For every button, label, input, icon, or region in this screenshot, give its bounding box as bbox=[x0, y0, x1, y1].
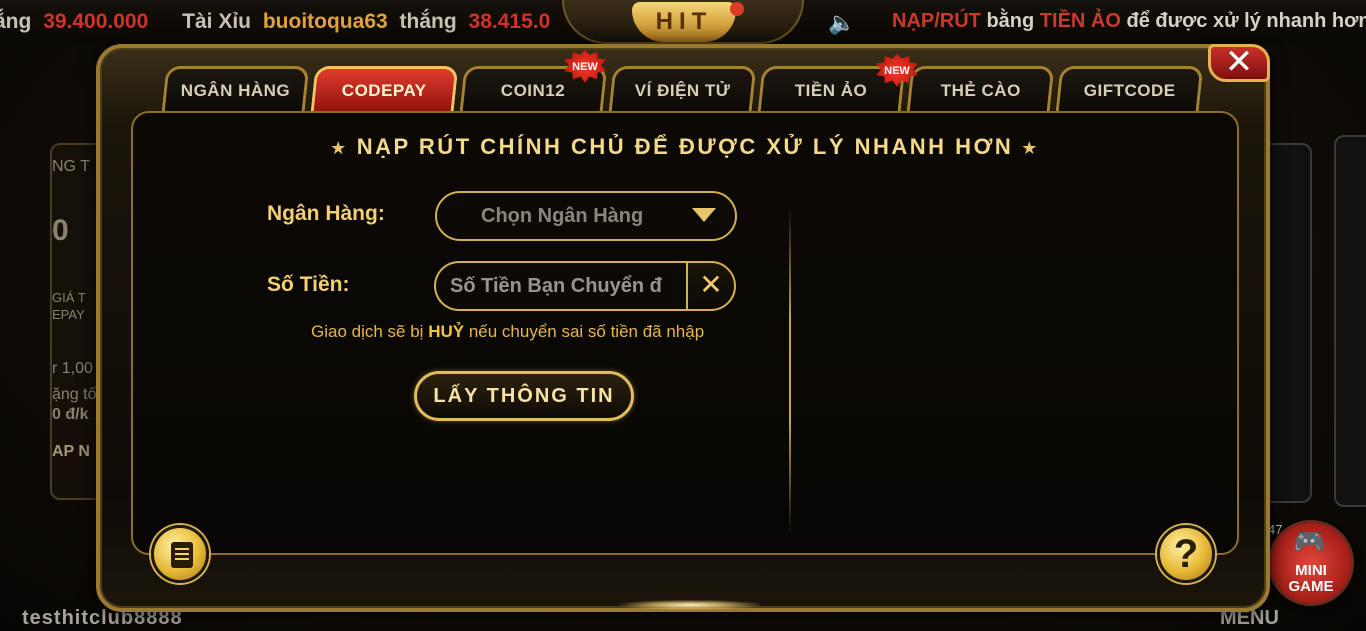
tab-label: GIFTCODE bbox=[1083, 81, 1176, 100]
warning-text: Giao dịch sẽ bị HUỶ nếu chuyển sai số ti… bbox=[311, 322, 704, 342]
star-icon: ★ bbox=[1021, 138, 1040, 158]
tab-ngan-hang[interactable]: NGÂN HÀNG bbox=[161, 66, 310, 112]
promo-part-2: bằng bbox=[986, 10, 1035, 32]
modal-glow bbox=[620, 600, 760, 610]
game-logo: HIT bbox=[562, 0, 804, 44]
tab-the-cao[interactable]: THẺ CÀO bbox=[906, 66, 1055, 112]
top-marquee-bar: ắng 39.400.000 Tài Xỉu buoitoqua63 thắng… bbox=[0, 0, 1366, 44]
bg-text-7: 0 đ/k bbox=[52, 406, 89, 423]
tab-label: NGÂN HÀNG bbox=[180, 81, 290, 100]
bg-text-8: AP N bbox=[52, 443, 90, 460]
speaker-icon[interactable]: 🔈 bbox=[828, 10, 855, 36]
logo-dot bbox=[730, 2, 744, 16]
mini-game-label-1: MINI bbox=[1295, 562, 1327, 579]
tab-label: CODEPAY bbox=[341, 81, 427, 100]
payment-tabs: NGÂN HÀNG CODEPAY COIN12 VÍ ĐIỆN TỬ TIỀN… bbox=[161, 66, 1208, 112]
tab-label: TIỀN ẢO bbox=[795, 81, 868, 100]
help-button[interactable]: ? bbox=[1157, 525, 1215, 583]
clear-amount-button[interactable]: ✕ bbox=[686, 261, 736, 311]
background-right-card-2 bbox=[1334, 135, 1366, 507]
tab-label: COIN12 bbox=[501, 81, 566, 100]
amount-label: Số Tiền: bbox=[267, 273, 350, 296]
tab-label: THẺ CÀO bbox=[940, 81, 1021, 100]
mini-game-label-2: GAME bbox=[1288, 578, 1334, 595]
tab-label: VÍ ĐIỆN TỬ bbox=[634, 81, 731, 100]
promo-message: NẠP/RÚT bằng TIỀN ẢO để được xử lý nhanh… bbox=[892, 10, 1366, 33]
warning-after: nếu chuyển sai số tiền đã nhập bbox=[468, 322, 705, 341]
bg-text-2: 0 bbox=[52, 214, 69, 247]
bg-text-3: GIÁ T bbox=[52, 290, 86, 305]
winner-ticker: ắng 39.400.000 Tài Xỉu buoitoqua63 thắng… bbox=[0, 10, 556, 34]
ticker-prefix: ắng bbox=[0, 10, 32, 33]
promo-part-1: NẠP/RÚT bbox=[892, 10, 981, 32]
bank-label: Ngân Hàng: bbox=[267, 202, 385, 225]
mini-game-badge: 47 bbox=[1268, 522, 1283, 537]
tab-codepay[interactable]: CODEPAY bbox=[310, 66, 459, 112]
close-button[interactable]: ✕ bbox=[1208, 44, 1270, 82]
amount-input[interactable] bbox=[434, 261, 688, 311]
tab-giftcode[interactable]: GIFTCODE bbox=[1055, 66, 1204, 112]
warning-before: Giao dịch sẽ bị bbox=[311, 322, 424, 341]
ticker-win-word: thắng bbox=[399, 10, 457, 33]
panel-title-row: ★ NẠP RÚT CHÍNH CHỦ ĐỂ ĐƯỢC XỬ LÝ NHANH H… bbox=[131, 134, 1239, 160]
ticker-game: Tài Xỉu bbox=[182, 10, 251, 33]
ticker-amount-2: 38.415.0 bbox=[468, 10, 551, 33]
ticker-user: buoitoqua63 bbox=[262, 10, 388, 33]
get-info-button[interactable]: LẤY THÔNG TIN bbox=[414, 371, 634, 421]
bg-text-1: NG T bbox=[52, 158, 90, 175]
panel-divider bbox=[789, 205, 791, 535]
history-button[interactable] bbox=[151, 525, 209, 583]
chevron-down-icon[interactable] bbox=[692, 208, 716, 222]
promo-part-4: để được xử lý nhanh hơn bbox=[1126, 10, 1366, 32]
bg-text-6: ặng tố bbox=[52, 386, 97, 403]
ticker-amount-1: 39.400.000 bbox=[43, 10, 149, 33]
promo-part-3: TIỀN ẢO bbox=[1039, 10, 1121, 32]
bg-text-5: r 1,00 bbox=[52, 360, 93, 377]
bg-text-4: EPAY bbox=[52, 307, 85, 322]
star-icon: ★ bbox=[330, 138, 349, 158]
gamepad-icon: 🎮 bbox=[1293, 526, 1326, 556]
logo-text: HIT bbox=[632, 2, 736, 42]
panel-title: NẠP RÚT CHÍNH CHỦ ĐỂ ĐƯỢC XỬ LÝ NHANH HƠ… bbox=[356, 134, 1014, 159]
tab-vi-dien-tu[interactable]: VÍ ĐIỆN TỬ bbox=[608, 66, 757, 112]
warning-strong: HUỶ bbox=[428, 322, 465, 341]
document-icon bbox=[171, 542, 193, 568]
